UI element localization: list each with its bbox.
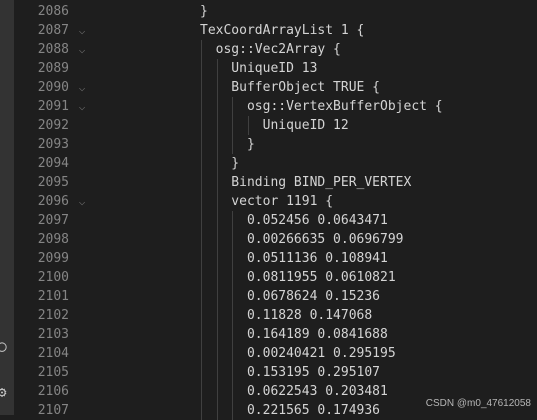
code-text: osg::VertexBufferObject { [200,99,443,114]
line-number: 2090 [37,80,69,95]
line-number: 2101 [37,289,69,304]
code-text: 0.221565 0.174936 [200,403,381,418]
code-text: 0.0511136 0.108941 [200,251,388,266]
chevron-down-icon[interactable]: ⌵ [76,97,88,116]
line-number: 2102 [37,308,69,323]
code-text: vector 1191 { [200,194,334,209]
code-line[interactable]: 2089 UniqueID 13 [14,59,537,78]
line-number: 2096 [37,194,69,209]
code-text: 0.00240421 0.295195 [200,346,396,361]
code-text: 0.0811955 0.0610821 [200,270,396,285]
line-number: 2103 [37,327,69,342]
line-number: 2088 [37,42,69,57]
code-line[interactable]: 2094 } [14,154,537,173]
code-line[interactable]: 2104 0.00240421 0.295195 [14,344,537,363]
code-text: 0.0622543 0.203481 [200,384,388,399]
code-text: 0.164189 0.0841688 [200,327,388,342]
gear-icon[interactable]: ⚙ [0,384,10,400]
code-line[interactable]: 2100 0.0811955 0.0610821 [14,268,537,287]
line-number: 2092 [37,118,69,133]
line-number: 2087 [37,23,69,38]
line-number: 2094 [37,156,69,171]
code-line[interactable]: 2101 0.0678624 0.15236 [14,287,537,306]
code-line[interactable]: 2096 ⌵ vector 1191 { [14,192,537,211]
code-text: BufferObject TRUE { [200,80,381,95]
code-line[interactable]: 2103 0.164189 0.0841688 [14,325,537,344]
code-text: } [200,156,240,171]
code-text: 0.052456 0.0643471 [200,213,388,228]
code-line[interactable]: 2099 0.0511136 0.108941 [14,249,537,268]
code-text: UniqueID 12 [200,118,349,133]
code-text: 0.153195 0.295107 [200,365,381,380]
code-line[interactable]: 2088 ⌵ osg::Vec2Array { [14,40,537,59]
line-number: 2107 [37,403,69,418]
code-text: Binding BIND_PER_VERTEX [200,175,412,190]
account-icon[interactable]: ◯ [0,338,10,354]
line-number: 2097 [37,213,69,228]
line-number: 2091 [37,99,69,114]
code-line[interactable]: 2097 0.052456 0.0643471 [14,211,537,230]
chevron-down-icon[interactable]: ⌵ [76,21,88,40]
chevron-down-icon[interactable]: ⌵ [76,192,88,211]
watermark: CSDN @m0_47612058 [425,398,531,409]
chevron-down-icon[interactable]: ⌵ [76,40,88,59]
code-line[interactable]: 2092 UniqueID 12 [14,116,537,135]
code-text: 0.0678624 0.15236 [200,289,381,304]
code-text: } [200,4,208,19]
code-line[interactable]: 2090 ⌵ BufferObject TRUE { [14,78,537,97]
code-line[interactable]: 2095 Binding BIND_PER_VERTEX [14,173,537,192]
line-number: 2104 [37,346,69,361]
code-line[interactable]: 2105 0.153195 0.295107 [14,363,537,382]
line-number: 2106 [37,384,69,399]
activity-bar: ◯ ⚙ [0,0,14,415]
code-text: osg::Vec2Array { [200,42,341,57]
code-text: UniqueID 13 [200,61,318,76]
line-number: 2086 [37,4,69,19]
line-number: 2095 [37,175,69,190]
code-text: } [200,137,255,152]
code-line[interactable]: 2087 ⌵ TexCoordArrayList 1 { [14,21,537,40]
code-line[interactable]: 2086} [14,2,537,21]
code-editor[interactable]: 2086} 2087 ⌵ TexCoordArrayList 1 { 2088 ⌵ osg… [14,0,537,420]
line-number: 2089 [37,61,69,76]
code-text: 0.00266635 0.0696799 [200,232,404,247]
code-line[interactable]: 2098 0.00266635 0.0696799 [14,230,537,249]
line-number: 2100 [37,270,69,285]
line-number: 2099 [37,251,69,266]
code-text: TexCoordArrayList 1 { [200,23,365,38]
chevron-down-icon[interactable]: ⌵ [76,78,88,97]
line-number: 2098 [37,232,69,247]
code-line[interactable]: 2091 ⌵ osg::VertexBufferObject { [14,97,537,116]
code-line[interactable]: 2093 } [14,135,537,154]
code-line[interactable]: 2102 0.11828 0.147068 [14,306,537,325]
line-number: 2093 [37,137,69,152]
line-number: 2105 [37,365,69,380]
code-text: 0.11828 0.147068 [200,308,373,323]
